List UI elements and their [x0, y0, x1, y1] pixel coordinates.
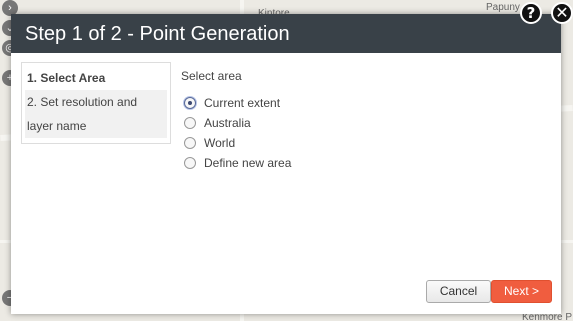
option-label: Australia — [204, 116, 251, 130]
map-label: Papuny — [486, 2, 520, 13]
select-area-panel: Select area Current extent Australia Wor… — [181, 69, 291, 175]
close-icon[interactable]: ✕ — [551, 2, 573, 24]
radio-current-extent[interactable] — [184, 97, 196, 109]
point-generation-dialog: Step 1 of 2 - Point Generation 1. Select… — [11, 14, 561, 314]
dialog-title: Step 1 of 2 - Point Generation — [11, 14, 561, 53]
wizard-steps: 1. Select Area 2. Set resolution and lay… — [21, 62, 171, 144]
radio-world[interactable] — [184, 137, 196, 149]
option-label: Current extent — [204, 96, 281, 110]
help-icon[interactable]: ? — [520, 2, 542, 24]
cancel-button[interactable]: Cancel — [426, 280, 491, 303]
radio-australia[interactable] — [184, 117, 196, 129]
next-button[interactable]: Next > — [491, 280, 552, 303]
option-world[interactable]: World — [181, 135, 291, 155]
option-label: World — [204, 136, 236, 150]
option-label: Define new area — [204, 156, 292, 170]
option-define-new-area[interactable]: Define new area — [181, 155, 291, 175]
select-area-heading: Select area — [181, 69, 242, 83]
step-select-area[interactable]: 1. Select Area — [25, 66, 167, 90]
option-australia[interactable]: Australia — [181, 115, 291, 135]
option-current-extent[interactable]: Current extent — [181, 95, 291, 115]
step-set-resolution[interactable]: 2. Set resolution and layer name — [25, 90, 167, 138]
radio-define-new-area[interactable] — [184, 157, 196, 169]
